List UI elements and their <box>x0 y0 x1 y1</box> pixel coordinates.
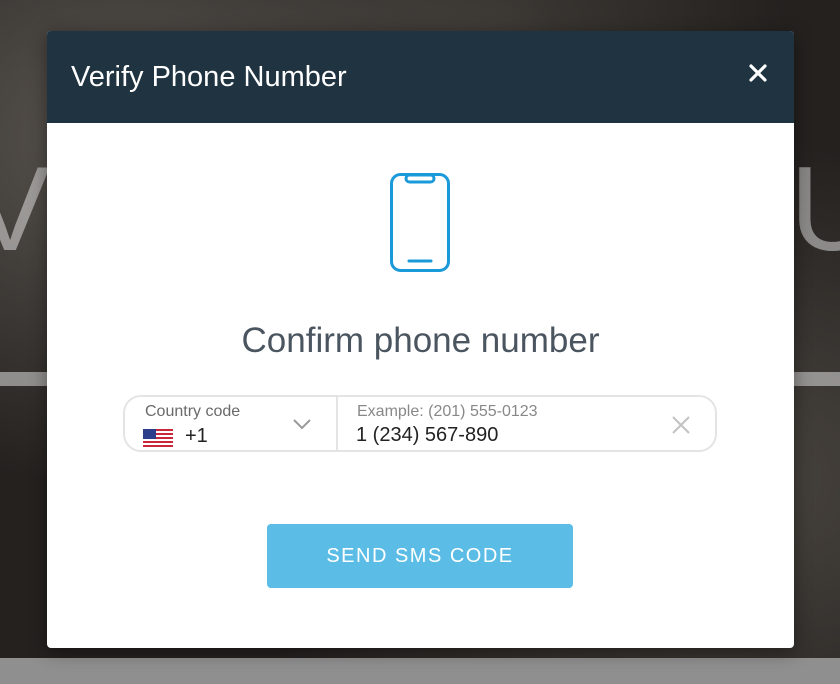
smartphone-icon <box>390 173 450 272</box>
phone-number-field: Country code +1 Example: (201) 555-0123 <box>123 395 717 452</box>
send-sms-code-button[interactable]: SEND SMS CODE <box>267 524 573 588</box>
modal-title: Verify Phone Number <box>71 61 347 93</box>
country-code-label: Country code <box>145 403 241 420</box>
close-icon <box>749 64 767 82</box>
dial-code: +1 <box>185 425 208 447</box>
phone-number-placeholder: Example: (201) 555-0123 <box>357 403 538 420</box>
background-bar <box>0 658 840 684</box>
verify-phone-modal: Verify Phone Number Confirm phone number… <box>47 31 794 648</box>
confirm-heading: Confirm phone number <box>241 321 600 360</box>
phone-number-input[interactable] <box>356 424 656 447</box>
phone-number-area: Example: (201) 555-0123 <box>338 397 715 450</box>
clear-icon[interactable] <box>671 415 691 435</box>
background-decor: U <box>790 140 840 278</box>
close-button[interactable] <box>744 59 772 87</box>
us-flag-icon <box>143 429 173 447</box>
modal-header: Verify Phone Number <box>47 31 794 123</box>
chevron-down-icon <box>293 419 311 430</box>
country-code-select[interactable]: Country code +1 <box>125 397 338 450</box>
background-decor <box>790 372 840 386</box>
